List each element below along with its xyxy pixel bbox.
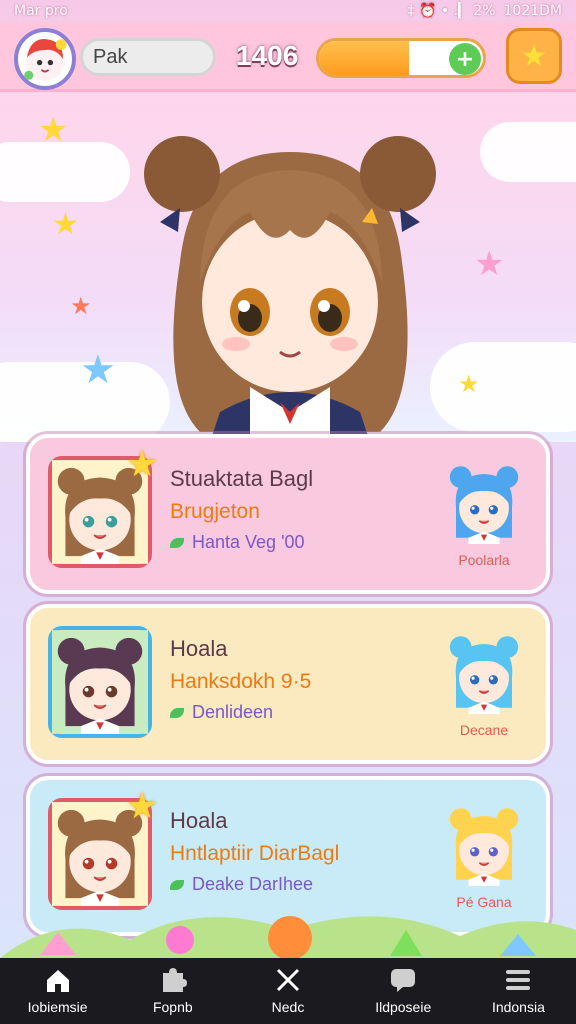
status-icons: ‡ ⏰ • .▎ 2% — [407, 3, 496, 19]
cloud-decoration — [430, 342, 576, 432]
bottom-nav: Iobiemsie Fopnb Nedc Ildposeie Indonsia — [0, 958, 576, 1024]
bottom-decoration — [0, 916, 576, 958]
quest-title: Hoala — [170, 808, 228, 833]
puzzle-icon — [159, 967, 187, 993]
quest-title: Stuaktata Bagl — [170, 466, 314, 491]
nav-label: Iobiemsie — [27, 999, 88, 1015]
quest-status: Hanta Veg '00 — [170, 532, 305, 553]
hero-banner: ★ ★ ★ ★ ★ ★ — [0, 92, 576, 442]
quest-card[interactable]: ★ Stuaktata Bagl Brugjeton Hanta Veg '00… — [26, 434, 550, 594]
quest-partner-label: Poolarla — [458, 552, 510, 568]
star-badge-icon: ★ — [126, 444, 159, 485]
star-decoration-icon: ★ — [70, 292, 92, 320]
quest-status: Denlideen — [170, 702, 273, 723]
quest-status-text: Deake DarIhee — [192, 874, 314, 894]
hero-character-illustration — [144, 136, 436, 442]
status-bar: Mar pro ‡ ⏰ • .▎ 2% 1021DM — [0, 0, 576, 22]
quest-subtitle: Hntlaptiir DiarBagl — [170, 842, 340, 865]
player-avatar[interactable] — [14, 28, 76, 90]
nav-label: Ildposeie — [375, 999, 432, 1015]
home-icon — [44, 967, 72, 993]
star-decoration-icon: ★ — [38, 110, 69, 150]
quest-partner[interactable]: Pé Gana — [442, 802, 526, 910]
star-decoration-icon: ★ — [458, 370, 480, 398]
status-left-text: Mar pro — [14, 3, 68, 19]
leaf-icon — [170, 537, 184, 548]
quest-partner[interactable]: Decane — [442, 630, 526, 738]
chat-icon — [389, 967, 417, 993]
quest-thumbnail — [48, 626, 152, 738]
quest-title: Hoala — [170, 636, 228, 661]
quest-status: Deake DarIhee — [170, 874, 313, 895]
cloud-decoration — [480, 122, 576, 182]
star-decoration-icon: ★ — [474, 244, 505, 284]
quest-partner-label: Decane — [459, 722, 509, 738]
quest-status-text: Hanta Veg '00 — [192, 532, 305, 552]
leaf-icon — [170, 707, 184, 718]
cloud-decoration — [0, 142, 130, 202]
nav-label: Fopnb — [152, 999, 193, 1015]
star-button[interactable]: ★ — [506, 28, 562, 84]
star-decoration-icon: ★ — [80, 347, 116, 393]
quest-subtitle: Brugjeton — [170, 500, 260, 523]
nav-label: Indonsia — [491, 999, 545, 1015]
nav-item[interactable]: Nedc — [230, 958, 345, 1024]
star-decoration-icon: ★ — [52, 207, 79, 242]
leaf-icon — [170, 879, 184, 890]
quest-partner[interactable]: Poolarla — [442, 460, 526, 568]
status-time: 1021DM — [503, 3, 563, 19]
quest-subtitle: Hanksdokh 9·5 — [170, 670, 312, 693]
nav-item[interactable]: Ildposeie — [346, 958, 461, 1024]
energy-bar: + — [316, 38, 486, 78]
quest-status-text: Denlideen — [192, 702, 274, 722]
star-badge-icon: ★ — [126, 786, 159, 827]
top-bar: Pak 1406 + ★ — [0, 22, 576, 92]
nav-item[interactable]: Indonsia — [461, 958, 576, 1024]
nav-label: Nedc — [271, 999, 305, 1015]
player-name[interactable]: Pak — [80, 38, 216, 76]
avatar-icon — [24, 39, 67, 81]
nav-item[interactable]: Fopnb — [115, 958, 230, 1024]
quest-card[interactable]: Hoala Hanksdokh 9·5 Denlideen Decane — [26, 604, 550, 764]
add-energy-button[interactable]: + — [449, 43, 481, 75]
energy-bar-fill — [319, 41, 410, 75]
nav-item[interactable]: Iobiemsie — [0, 958, 115, 1024]
menu-icon — [504, 967, 532, 993]
crossed-swords-icon — [274, 967, 302, 993]
star-icon: ★ — [520, 38, 548, 74]
coin-count: 1406 — [236, 40, 299, 71]
